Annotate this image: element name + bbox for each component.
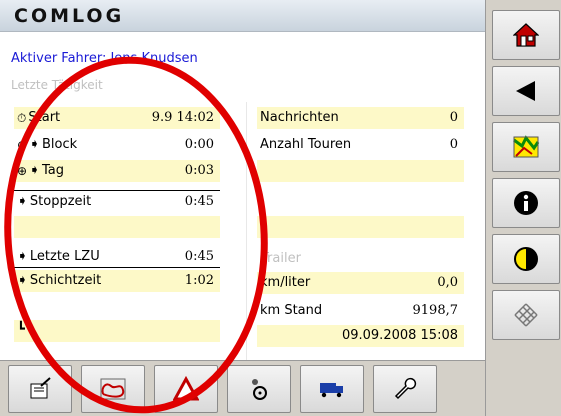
truck-button[interactable]	[300, 365, 364, 413]
current-datetime: 09.09.2008 15:08	[341, 328, 458, 343]
column-divider	[246, 102, 247, 360]
row-schichtzeit: ➧ Schichtzeit 1:02	[14, 270, 220, 292]
km-liter-value: 0,0	[437, 275, 458, 290]
truck-icon	[320, 383, 343, 398]
km-stand-label: km Stand	[260, 303, 323, 318]
info-icon	[514, 191, 538, 215]
pattern-icon	[514, 303, 538, 327]
rest-bed-icon: ┗	[17, 322, 25, 337]
wrench-icon	[394, 377, 417, 400]
last-activity-heading: Letzte Tätigkeit	[11, 78, 103, 92]
row-empty-1	[14, 216, 220, 238]
tours-count: 0	[449, 137, 458, 152]
km-stand-value: 9198,7	[412, 303, 459, 318]
row-block-label: Block	[41, 137, 78, 152]
map-button[interactable]	[492, 122, 560, 172]
row-tag: ⊕ ➧ Tag 0:03	[14, 160, 220, 182]
document-edit-icon	[30, 377, 51, 399]
row-start-value: 9.9 14:02	[151, 110, 214, 125]
row-start: ⏱ Start 9.9 14:02	[14, 107, 220, 129]
active-driver-text: Aktiver Fahrer: Jens Knudsen	[11, 51, 198, 66]
home-icon	[513, 23, 539, 47]
back-button[interactable]	[492, 66, 560, 116]
back-arrow-icon	[516, 81, 535, 101]
row-letzte-lzu: ➧ Letzte LZU 0:45	[14, 246, 220, 268]
driver-button[interactable]	[227, 365, 291, 413]
info-button[interactable]	[492, 178, 560, 228]
row-empty-2: ┗	[14, 320, 220, 342]
clock-icon: ⏱	[17, 110, 27, 125]
row-stoppzeit-value: 0:45	[184, 194, 214, 209]
route-button[interactable]	[81, 365, 145, 413]
row-tag-value: 0:03	[184, 163, 214, 178]
warning-triangle-icon	[173, 376, 199, 401]
row-letzte-lzu-label: Letzte LZU	[29, 249, 100, 264]
messages-count: 0	[449, 110, 458, 125]
row-block-value: 0:00	[184, 137, 214, 152]
row-km-stand: km Stand 9198,7	[257, 300, 464, 322]
arrow-bar-icon: ➧	[17, 249, 28, 264]
title-bar: COMLOG	[0, 0, 485, 32]
row-schichtzeit-label: Schichtzeit	[29, 273, 102, 288]
row-datetime: 09.09.2008 15:08	[257, 325, 464, 347]
warning-button[interactable]	[154, 365, 218, 413]
row-stoppzeit: ➧ Stoppzeit 0:45	[14, 190, 220, 212]
pattern-button[interactable]	[492, 290, 560, 340]
contrast-button[interactable]	[492, 234, 560, 284]
row-empty-right-2	[257, 216, 464, 238]
row-tag-label: Tag	[41, 163, 64, 178]
messages-label: Nachrichten	[260, 110, 339, 125]
row-start-label: Start	[28, 110, 61, 125]
arrow-bar-icon: ➧	[17, 194, 28, 209]
contrast-icon	[514, 247, 538, 271]
arrow-bar-icon: ➧	[29, 137, 40, 152]
app-logo: COMLOG	[14, 5, 125, 27]
route-map-icon	[100, 378, 126, 400]
map-route-icon	[513, 135, 540, 158]
km-liter-label: km/liter	[260, 275, 311, 290]
driver-steering-icon	[252, 379, 267, 400]
arrow-bar-icon: ➧	[29, 163, 40, 178]
home-button[interactable]	[492, 10, 560, 60]
row-empty-right-1	[257, 160, 464, 182]
row-stoppzeit-label: Stoppzeit	[29, 194, 92, 209]
steering-wheel-icon: ⊕	[17, 163, 28, 178]
bottom-toolbar	[0, 360, 485, 416]
comlog-screen: COMLOG Aktiver Fahrer: Jens Knudsen Letz…	[0, 0, 561, 416]
row-anzahl-touren[interactable]: Anzahl Touren 0	[257, 134, 464, 156]
row-km-liter: km/liter 0,0	[257, 272, 464, 294]
tours-label: Anzahl Touren	[260, 137, 352, 152]
row-letzte-lzu-value: 0:45	[184, 249, 214, 264]
row-block: ⊕ ➧ Block 0:00	[14, 134, 220, 156]
arrow-bar-icon: ➧	[17, 273, 28, 288]
trailer-label: Trailer	[261, 251, 301, 266]
row-schichtzeit-value: 1:02	[184, 273, 214, 288]
steering-wheel-icon: ⊕	[17, 137, 28, 152]
document-button[interactable]	[8, 365, 72, 413]
settings-button[interactable]	[373, 365, 437, 413]
right-toolbar	[485, 0, 561, 416]
row-nachrichten[interactable]: Nachrichten 0	[257, 107, 464, 129]
main-panel: Aktiver Fahrer: Jens Knudsen Letzte Täti…	[0, 32, 485, 360]
